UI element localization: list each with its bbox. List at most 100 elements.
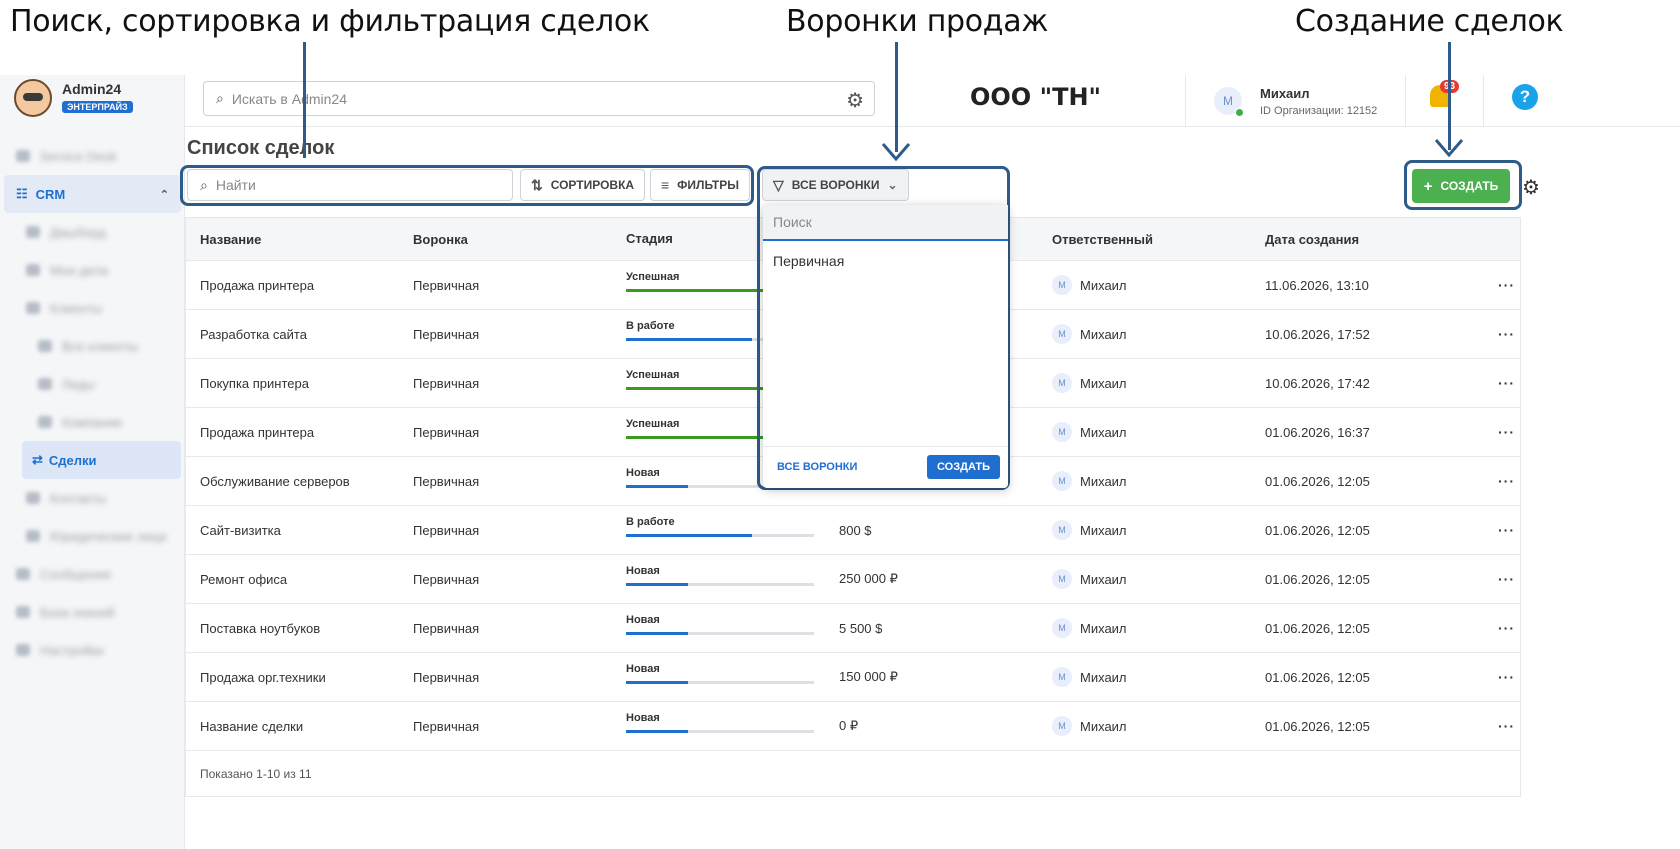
deal-owner: М Михаил bbox=[1052, 373, 1127, 393]
stage-progress-bar bbox=[626, 534, 814, 537]
sidebar-item-blurred[interactable]: Клиенты bbox=[4, 289, 181, 327]
column-header-date[interactable]: Дата создания bbox=[1265, 232, 1359, 247]
deal-funnel: Первичная bbox=[413, 718, 480, 734]
help-button[interactable]: ? bbox=[1483, 75, 1563, 127]
deal-owner: М Михаил bbox=[1052, 618, 1127, 638]
stage-progress-bar bbox=[626, 681, 814, 684]
stage-label: Новая bbox=[626, 565, 660, 577]
deal-name[interactable]: Поставка ноутбуков bbox=[200, 621, 320, 636]
more-actions-icon[interactable]: ··· bbox=[1498, 375, 1515, 391]
deal-created-date: 01.06.2026, 12:05 bbox=[1265, 473, 1370, 489]
global-search-placeholder: Искать в Admin24 bbox=[231, 90, 347, 107]
table-row[interactable]: Ремонт офиса Первичная Новая 250 000 ₽ М Миха… bbox=[186, 554, 1520, 603]
sidebar-item-blurred[interactable]: Лиды bbox=[4, 365, 181, 403]
gear-icon[interactable]: ⚙ bbox=[846, 88, 864, 113]
user-avatar: М bbox=[1214, 87, 1244, 117]
more-actions-icon[interactable]: ··· bbox=[1498, 277, 1515, 293]
owner-name: Михаил bbox=[1080, 424, 1127, 440]
more-actions-icon[interactable]: ··· bbox=[1498, 718, 1515, 734]
dropdown-create-button[interactable]: СОЗДАТЬ bbox=[927, 455, 1000, 479]
pagination-summary: Показано 1-10 из 11 bbox=[200, 767, 312, 781]
notifications-button[interactable]: 93 bbox=[1405, 75, 1483, 127]
highlight-search-sort-filter bbox=[180, 165, 754, 206]
owner-avatar: М bbox=[1052, 324, 1072, 344]
organization-id: ID Организации: 12152 bbox=[1260, 104, 1378, 117]
more-actions-icon[interactable]: ··· bbox=[1498, 620, 1515, 636]
table-row[interactable]: Название сделки Первичная Новая 0 ₽ М Михаил 0… bbox=[186, 701, 1520, 750]
deal-created-date: 01.06.2026, 12:05 bbox=[1265, 620, 1370, 636]
deal-funnel: Первичная bbox=[413, 326, 480, 342]
deal-name[interactable]: Покупка принтера bbox=[200, 376, 309, 391]
more-actions-icon[interactable]: ··· bbox=[1498, 522, 1515, 538]
column-header-owner[interactable]: Ответственный bbox=[1052, 232, 1153, 247]
dropdown-search-input[interactable]: Поиск bbox=[763, 205, 1008, 241]
deal-stage: Новая bbox=[626, 614, 814, 635]
sidebar: Admin24 ЭНТЕРПРАЙЗ Service Desk ☷ CRM ⌃ Да… bbox=[0, 75, 185, 849]
all-funnels-link[interactable]: ВСЕ ВОРОНКИ bbox=[777, 461, 857, 473]
deal-owner: М Михаил bbox=[1052, 716, 1127, 736]
sidebar-item-blurred[interactable]: Все клиенты bbox=[4, 327, 181, 365]
table-row[interactable]: Сайт-визитка Первичная В работе 800 $ М Михаи… bbox=[186, 505, 1520, 554]
owner-avatar: М bbox=[1052, 618, 1072, 638]
deal-name[interactable]: Продажа принтера bbox=[200, 425, 314, 440]
sidebar-item-blurred[interactable]: Настройки bbox=[4, 631, 181, 669]
owner-name: Михаил bbox=[1080, 522, 1127, 538]
sidebar-item-label: Сделки bbox=[48, 452, 97, 468]
sidebar-item-blurred[interactable]: Дашборд bbox=[4, 213, 181, 251]
search-icon: ⌕ bbox=[216, 90, 224, 106]
stage-progress-bar bbox=[626, 632, 814, 635]
sidebar-item-blurred[interactable]: Юридические лица bbox=[4, 517, 181, 555]
more-actions-icon[interactable]: ··· bbox=[1498, 326, 1515, 342]
deal-funnel: Первичная bbox=[413, 424, 480, 440]
dropdown-item-funnel[interactable]: Первичная bbox=[763, 241, 1008, 281]
more-actions-icon[interactable]: ··· bbox=[1498, 424, 1515, 440]
deal-owner: М Михаил bbox=[1052, 667, 1127, 687]
stage-progress-fill bbox=[626, 583, 689, 586]
deal-name[interactable]: Название сделки bbox=[200, 719, 303, 734]
sidebar-item-blurred[interactable]: База знаний bbox=[4, 593, 181, 631]
handshake-icon: ⇄ bbox=[32, 452, 43, 467]
more-actions-icon[interactable]: ··· bbox=[1498, 669, 1515, 685]
more-actions-icon[interactable]: ··· bbox=[1498, 473, 1515, 489]
deal-owner: М Михаил bbox=[1052, 569, 1127, 589]
column-header-name[interactable]: Название bbox=[200, 232, 261, 247]
deal-name[interactable]: Продажа принтера bbox=[200, 278, 314, 293]
deal-funnel: Первичная bbox=[413, 277, 480, 293]
settings-gear-icon[interactable]: ⚙ bbox=[1522, 175, 1540, 200]
sidebar-item-blurred[interactable]: Мои дела bbox=[4, 251, 181, 289]
user-profile[interactable]: М Михаил ID Организации: 12152 bbox=[1185, 75, 1405, 127]
owner-name: Михаил bbox=[1080, 669, 1127, 685]
sidebar-item-blurred[interactable]: Сообщения bbox=[4, 555, 181, 593]
deal-name[interactable]: Сайт-визитка bbox=[200, 523, 281, 538]
stage-progress-fill bbox=[626, 338, 752, 341]
more-actions-icon[interactable]: ··· bbox=[1498, 571, 1515, 587]
annotation-search-sort-filter: Поиск, сортировка и фильтрация сделок bbox=[10, 4, 650, 39]
stage-progress-fill bbox=[626, 632, 689, 635]
deal-funnel: Первичная bbox=[413, 620, 480, 636]
owner-name: Михаил bbox=[1080, 718, 1127, 734]
deal-funnel: Первичная bbox=[413, 522, 480, 538]
plan-badge: ЭНТЕРПРАЙЗ bbox=[62, 101, 133, 113]
deal-stage: Новая bbox=[626, 663, 814, 684]
table-row[interactable]: Поставка ноутбуков Первичная Новая 5 500 $ М… bbox=[186, 603, 1520, 652]
deal-amount: 150 000 ₽ bbox=[839, 669, 898, 684]
table-row[interactable]: Продажа орг.техники Первичная Новая 150 000… bbox=[186, 652, 1520, 701]
deal-name[interactable]: Ремонт офиса bbox=[200, 572, 287, 587]
sidebar-item-blurred[interactable]: Service Desk bbox=[4, 137, 181, 175]
owner-avatar: М bbox=[1052, 667, 1072, 687]
deal-name[interactable]: Разработка сайта bbox=[200, 327, 307, 342]
app-logo[interactable]: Admin24 ЭНТЕРПРАЙЗ bbox=[14, 79, 133, 117]
deal-name[interactable]: Обслуживание серверов bbox=[200, 474, 350, 489]
sidebar-item-blurred[interactable]: Контакты bbox=[4, 479, 181, 517]
column-header-funnel[interactable]: Воронка bbox=[413, 232, 468, 247]
stage-label: В работе bbox=[626, 516, 675, 528]
dropdown-footer: ВСЕ ВОРОНКИ СОЗДАТЬ bbox=[763, 446, 1008, 488]
deal-name[interactable]: Продажа орг.техники bbox=[200, 670, 326, 685]
sidebar-item-crm[interactable]: ☷ CRM ⌃ bbox=[4, 175, 181, 213]
sidebar-item-deals[interactable]: ⇄ Сделки bbox=[22, 441, 181, 479]
owner-name: Михаил bbox=[1080, 375, 1127, 391]
stage-progress-bar bbox=[626, 583, 814, 586]
deal-stage: Новая bbox=[626, 565, 814, 586]
deal-owner: М Михаил bbox=[1052, 422, 1127, 442]
sidebar-item-blurred[interactable]: Компании bbox=[4, 403, 181, 441]
